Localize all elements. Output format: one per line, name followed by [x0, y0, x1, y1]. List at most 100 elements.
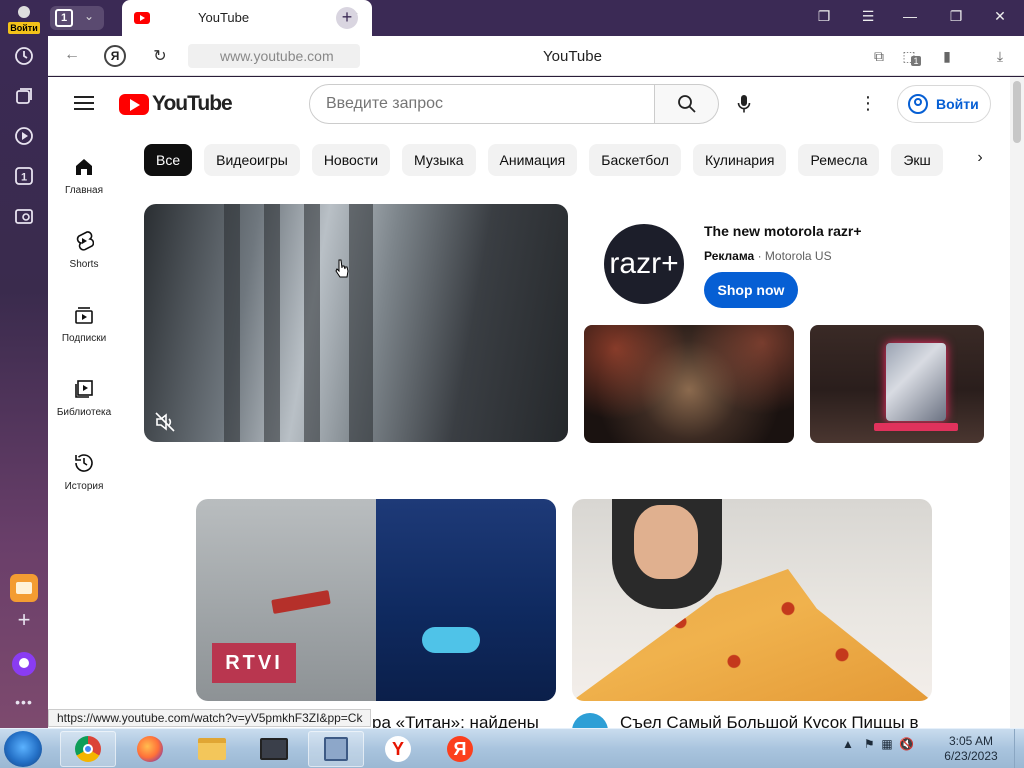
tab-group-button[interactable]: 1 ⌄	[50, 6, 104, 30]
tab-bar: 1 ⌄ YouTube ✕ + ❐ ☰ — ❐ ✕	[48, 0, 1024, 36]
advertiser-name: Motorola US	[764, 249, 832, 263]
chip-videogames[interactable]: Видеоигры	[204, 144, 300, 176]
sponsored-label: Реклама	[704, 249, 755, 263]
video-title[interactable]: Съел Самый Большой Кусок Пиццы в	[620, 713, 920, 728]
history-icon	[72, 451, 96, 475]
restore-icon[interactable]: ❐	[946, 8, 966, 25]
ship-image	[271, 590, 331, 614]
start-button[interactable]	[4, 731, 42, 767]
show-desktop-button[interactable]	[1014, 729, 1024, 768]
shop-now-button[interactable]: Shop now	[704, 272, 798, 308]
chip-cooking[interactable]: Кулинария	[692, 144, 787, 176]
chip-news[interactable]: Новости	[311, 144, 391, 176]
volume-muted-icon[interactable]: 🔇	[899, 737, 914, 751]
search-icon	[677, 95, 696, 113]
page-scrollbar[interactable]	[1010, 77, 1024, 728]
page-title: YouTube	[543, 48, 602, 65]
yandex-home-icon[interactable]: Я	[104, 45, 126, 67]
yandex-browser-icon[interactable]: Y	[370, 731, 426, 767]
clock-time: 3:05 AM	[948, 734, 994, 748]
guide-label: История	[64, 481, 104, 492]
collections-icon[interactable]	[12, 84, 36, 108]
mail-icon[interactable]	[10, 574, 38, 602]
guide-label: Подписки	[61, 333, 107, 344]
translate-icon[interactable]: ⧉	[871, 48, 887, 64]
guide-item-home[interactable]: Главная	[48, 155, 120, 196]
download-icon[interactable]: ⤓	[992, 48, 1008, 64]
new-tab-button[interactable]: +	[336, 7, 358, 29]
tab-counter-icon[interactable]: 1	[12, 164, 36, 188]
chip-basketball[interactable]: Баскетбол	[589, 144, 681, 176]
settings-kebab-icon[interactable]: ⋮	[858, 92, 878, 116]
mute-icon[interactable]	[154, 411, 176, 433]
guide-item-shorts[interactable]: Shorts	[48, 229, 120, 270]
guide-item-library[interactable]: Библиотека	[48, 377, 120, 418]
login-button[interactable]: Войти	[8, 4, 40, 34]
menu-icon[interactable]: ☰	[858, 8, 878, 25]
advertiser-logo[interactable]: razr+	[604, 224, 684, 304]
explorer-folder-icon[interactable]	[184, 731, 240, 767]
library-icon	[72, 377, 96, 401]
chip-all[interactable]: Все	[144, 144, 193, 176]
video-thumbnail[interactable]	[572, 499, 932, 701]
yandex-icon[interactable]: Я	[432, 731, 488, 767]
network-app-icon[interactable]	[308, 731, 364, 767]
chrome-icon[interactable]	[60, 731, 116, 767]
system-clock[interactable]: 3:05 AM 6/23/2023	[934, 734, 1008, 764]
tab-count: 1	[55, 9, 73, 27]
chip-music[interactable]: Музыка	[402, 144, 476, 176]
channel-avatar[interactable]	[572, 713, 608, 728]
bookmark-icon[interactable]: ▮	[939, 48, 955, 64]
media-icon[interactable]	[12, 124, 36, 148]
network-icon[interactable]: ▦	[881, 737, 892, 751]
chevron-right-icon[interactable]: ›	[970, 149, 990, 169]
chip-crafts[interactable]: Ремесла	[798, 144, 880, 176]
sign-in-button[interactable]: Войти	[897, 85, 991, 123]
search-button[interactable]	[655, 84, 719, 124]
url-field[interactable]: www.youtube.com	[188, 44, 360, 68]
chip-animation[interactable]: Анимация	[487, 144, 578, 176]
guide-item-subscriptions[interactable]: Подписки	[48, 303, 120, 344]
scrollbar-thumb[interactable]	[1013, 81, 1021, 143]
tray-expand-icon[interactable]: ▲	[842, 737, 854, 751]
add-panel-icon[interactable]: +	[12, 607, 36, 632]
subscriptions-icon	[72, 303, 96, 327]
mic-icon	[737, 95, 751, 113]
chip-action[interactable]: Экш	[891, 144, 943, 176]
youtube-page: YouTube ⋮ Войти Главная Shorts Подписки …	[48, 77, 1010, 728]
close-icon[interactable]: ✕	[990, 8, 1010, 25]
guide-item-history[interactable]: История	[48, 451, 120, 492]
firefox-icon[interactable]	[122, 731, 178, 767]
logo-text: YouTube	[152, 92, 233, 115]
tab-youtube[interactable]: YouTube ✕	[122, 0, 372, 36]
reload-icon[interactable]: ↻	[150, 46, 170, 66]
youtube-favicon-icon	[134, 12, 150, 24]
action-center-icon[interactable]: ⚑	[864, 737, 875, 751]
youtube-logo[interactable]: YouTube	[119, 92, 233, 115]
ad-meta: Реклама · Motorola US	[704, 249, 832, 263]
back-icon[interactable]: ←	[62, 46, 82, 64]
windows-taskbar: Y Я ▲ ⚑ ▦ 🔇 3:05 AM 6/23/2023	[0, 728, 1024, 768]
phone-stand-image	[874, 423, 958, 431]
tab-title: YouTube	[198, 10, 250, 25]
system-tray[interactable]: ▲ ⚑ ▦ 🔇	[842, 737, 914, 751]
screenshot-icon[interactable]	[12, 204, 36, 228]
guide-label: Shorts	[69, 259, 99, 270]
more-icon[interactable]: •••	[12, 690, 36, 714]
protect-badge: 1	[911, 56, 921, 66]
sign-in-label: Войти	[936, 96, 979, 112]
ad-video-player[interactable]	[144, 204, 568, 442]
search-input[interactable]	[309, 84, 655, 124]
alice-assistant-icon[interactable]	[12, 652, 36, 676]
video-title[interactable]: ра «Титан»: найдены	[372, 713, 556, 728]
voice-search-button[interactable]	[732, 92, 756, 116]
history-icon[interactable]	[12, 44, 36, 68]
ad-thumbnail[interactable]	[584, 325, 794, 443]
ad-thumbnail[interactable]	[810, 325, 984, 443]
tv-app-icon[interactable]	[246, 731, 302, 767]
video-thumbnail[interactable]: RTVI	[196, 499, 556, 701]
minimize-icon[interactable]: —	[900, 8, 920, 24]
bookmark-tabs-icon[interactable]: ❐	[814, 8, 834, 25]
guide-menu-icon[interactable]	[74, 96, 94, 110]
ad-title[interactable]: The new motorola razr+	[704, 223, 862, 239]
